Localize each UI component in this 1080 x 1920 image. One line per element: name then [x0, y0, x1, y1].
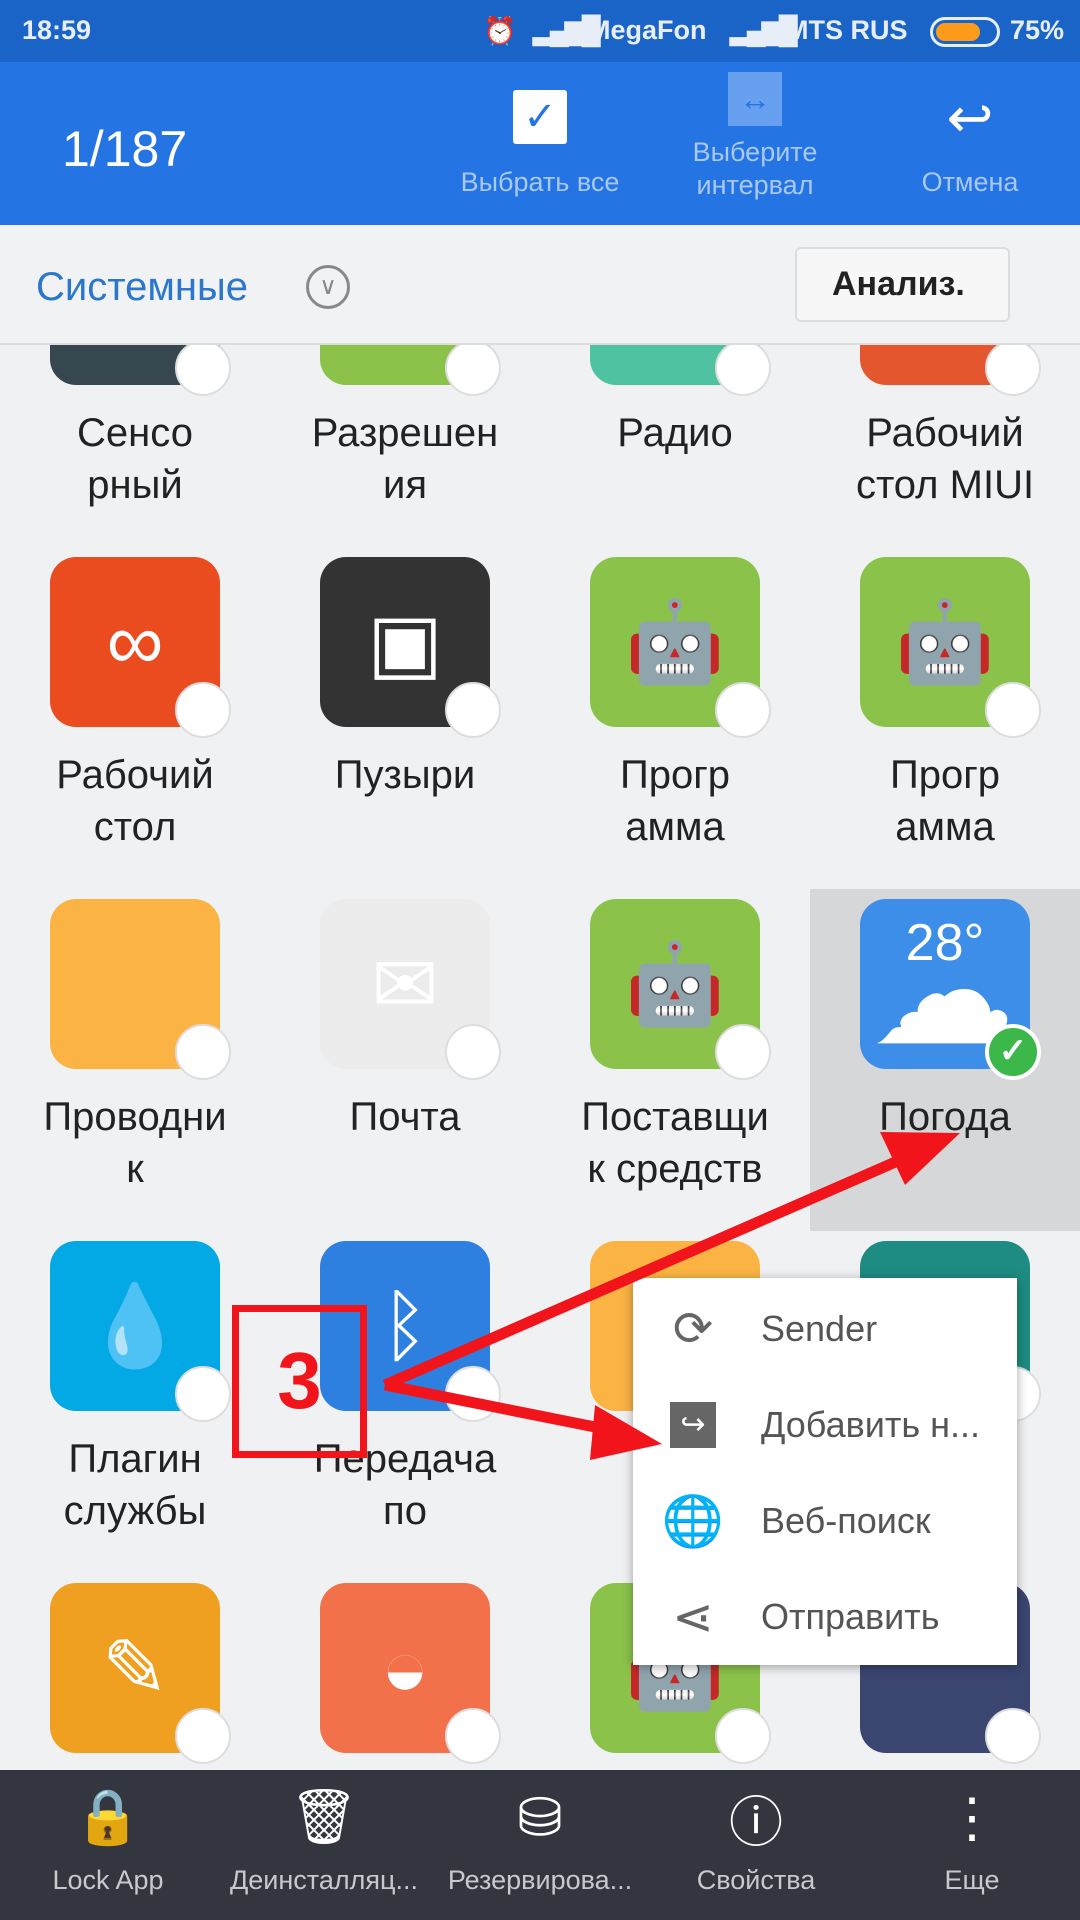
arrow-to-menu	[383, 1379, 612, 1436]
bottom-action-lock[interactable]: 🔒 Lock App	[0, 1770, 216, 1920]
trash-icon: 🗑	[289, 1787, 359, 1847]
backup-icon: ⛁	[517, 1788, 563, 1848]
step-annotation: 3	[232, 1305, 367, 1458]
bottom-action-backup[interactable]: ⛁ Резервирова...	[432, 1770, 648, 1920]
bottom-action-info[interactable]: ⓘ Свойства	[648, 1770, 864, 1920]
bottom-action-more[interactable]: ⋮ Еще	[864, 1770, 1080, 1920]
arrow-to-weather	[382, 1154, 903, 1391]
annotation-arrows	[382, 1132, 960, 1460]
arrowhead	[590, 1405, 662, 1460]
bottom-action-trash[interactable]: 🗑 Деинсталляц...	[216, 1770, 432, 1920]
lock-icon: 🔒	[74, 1787, 142, 1847]
more-icon: ⋮	[945, 1788, 999, 1848]
info-icon: ⓘ	[729, 1793, 783, 1853]
bottom-action-bar: 🔒 Lock App 🗑 Деинсталляц... ⛁ Резервирова... ⓘ…	[0, 1770, 1080, 1920]
